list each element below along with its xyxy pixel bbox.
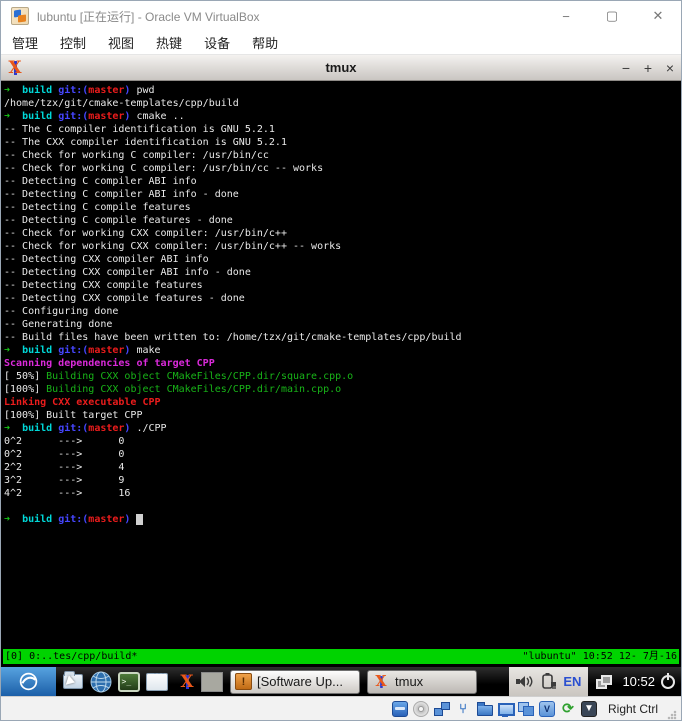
virtualization-features-icon[interactable]: V [538, 700, 555, 717]
tmux-window-title: tmux [325, 60, 357, 75]
tmux-close-button[interactable]: × [659, 60, 681, 76]
taskbar: >_ X ! [Software Up... X tmux [1, 667, 681, 696]
web-browser-icon[interactable] [88, 669, 113, 694]
terminal-output[interactable]: ➜ build git:(master) pwd/home/tzx/git/cm… [1, 81, 681, 649]
video-capture-status-icon[interactable] [517, 701, 534, 717]
task-label: [Software Up... [257, 674, 343, 689]
menu-hotkeys[interactable]: 热键 [145, 30, 193, 55]
xterm-icon: X [375, 673, 387, 690]
start-menu-button[interactable] [1, 667, 56, 696]
tmux-status-left[interactable]: [0] 0:..tes/cpp/build* [5, 649, 137, 664]
battery-icon[interactable] [539, 673, 557, 690]
tmux-status-right: "lubuntu" 10:52 12- 7月-16 [522, 651, 678, 662]
vbox-status-bar: ⑂ V ⟳ ▼ Right Ctrl [1, 696, 681, 720]
window-titlebar: lubuntu [正在运行] - Oracle VM VirtualBox − … [1, 1, 681, 31]
network-status-icon[interactable] [433, 701, 450, 717]
maximize-button[interactable]: ▢ [589, 1, 635, 31]
xterm-launcher-icon[interactable]: X [172, 669, 197, 694]
vbox-menubar: 管理 控制 视图 热键 设备 帮助 [1, 31, 681, 55]
task-label: tmux [395, 674, 424, 689]
virtualbox-window: lubuntu [正在运行] - Oracle VM VirtualBox − … [0, 0, 682, 721]
shared-folders-status-icon[interactable] [476, 701, 493, 717]
xterm-icon: X [8, 57, 22, 78]
resize-grip[interactable] [667, 710, 677, 720]
window-controls: − ▢ ✕ [543, 1, 681, 31]
tmux-window-controls: − + × [615, 60, 681, 76]
network-tray-icon[interactable] [596, 674, 613, 689]
window-title: lubuntu [正在运行] - Oracle VM VirtualBox [37, 9, 260, 24]
volume-icon[interactable] [516, 674, 533, 689]
quick-launch: >_ X [60, 668, 197, 694]
keyboard-capture-icon[interactable]: ▼ [580, 700, 597, 717]
menu-help[interactable]: 帮助 [241, 30, 289, 55]
menu-control[interactable]: 控制 [49, 30, 97, 55]
menu-view[interactable]: 视图 [97, 30, 145, 55]
input-method-indicator[interactable]: EN [563, 674, 581, 689]
host-key-label: Right Ctrl [607, 701, 658, 716]
software-updater-icon: ! [235, 673, 252, 690]
tmux-minimize-button[interactable]: − [615, 60, 637, 76]
tmux-window-titlebar[interactable]: X tmux − + × [1, 55, 681, 81]
task-software-updater[interactable]: ! [Software Up... [230, 669, 360, 694]
desktop-pager[interactable] [201, 671, 223, 692]
menu-devices[interactable]: 设备 [193, 30, 241, 55]
lubuntu-logo-icon [19, 672, 38, 691]
menu-machine[interactable]: 管理 [1, 30, 49, 55]
tmux-status-bar: [0] 0:..tes/cpp/build* "lubuntu" 10:52 1… [3, 649, 679, 664]
task-tmux[interactable]: X tmux [367, 669, 477, 694]
show-desktop-icon[interactable] [144, 668, 169, 694]
usb-status-icon[interactable]: ⑂ [455, 701, 471, 717]
file-manager-icon[interactable] [60, 669, 85, 694]
virtualbox-logo-icon [11, 7, 29, 25]
optical-disk-status-icon[interactable] [412, 700, 429, 717]
hard-disk-status-icon[interactable] [391, 700, 408, 717]
tmux-maximize-button[interactable]: + [637, 60, 659, 76]
display-status-icon[interactable] [497, 701, 515, 717]
close-button[interactable]: ✕ [635, 1, 681, 31]
taskbar-clock[interactable]: 10:52 [622, 674, 655, 689]
lxterminal-icon[interactable]: >_ [116, 669, 141, 694]
minimize-button[interactable]: − [543, 1, 589, 31]
vm-screen: X tmux − + × ➜ build git:(master) pwd/ho… [1, 55, 681, 696]
system-tray: EN [509, 667, 589, 696]
power-button-icon[interactable] [661, 672, 675, 689]
mouse-integration-icon[interactable]: ⟳ [560, 700, 576, 717]
